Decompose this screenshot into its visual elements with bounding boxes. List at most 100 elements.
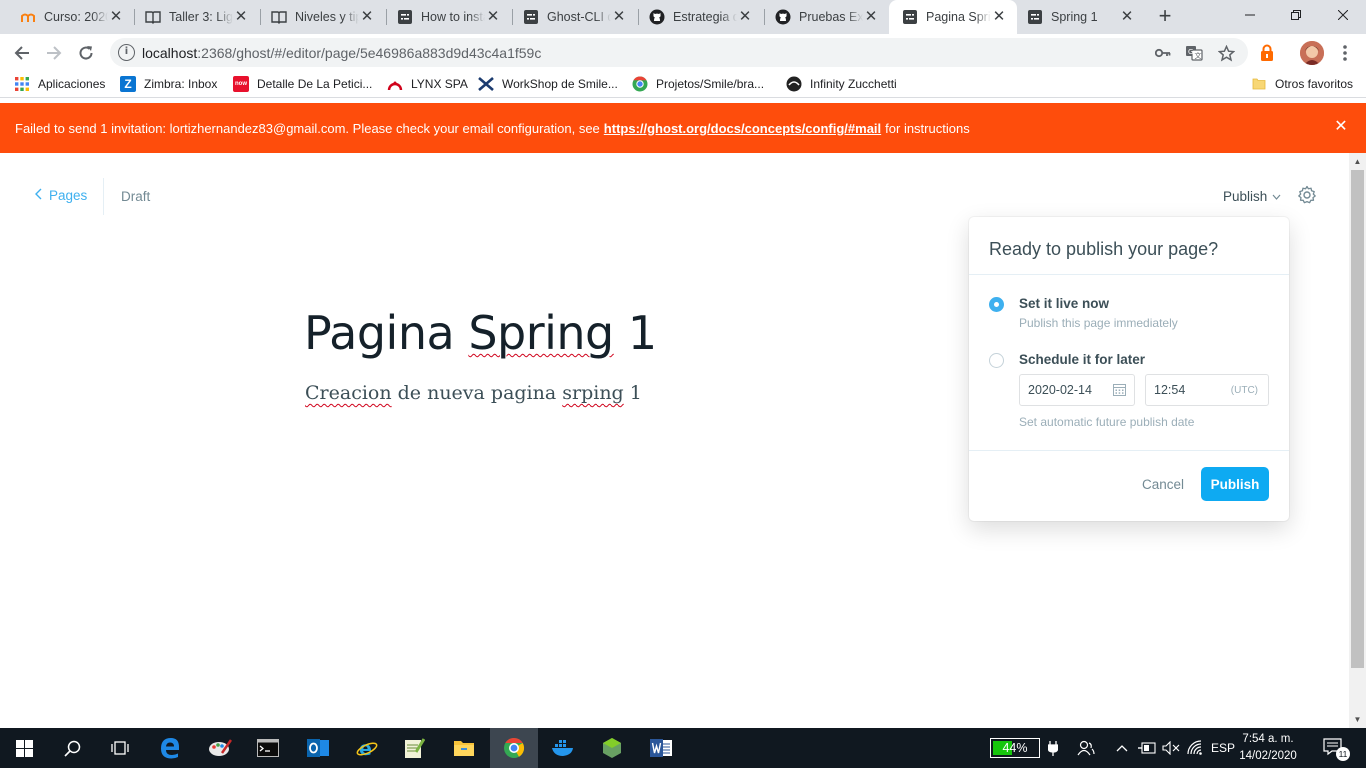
close-icon[interactable]: ✕ — [359, 9, 375, 25]
battery-tray-icon[interactable] — [1136, 728, 1158, 768]
maximize-button[interactable] — [1273, 0, 1319, 30]
browser-tab[interactable]: Ghost-CLI de ✕ — [503, 0, 637, 34]
taskbar-word[interactable] — [637, 728, 685, 768]
taskbar-paint[interactable] — [196, 728, 244, 768]
wifi-icon[interactable] — [1184, 728, 1206, 768]
close-icon[interactable]: ✕ — [991, 9, 1007, 25]
back-to-pages-link[interactable]: Pages — [35, 188, 87, 203]
bookmark-lynx[interactable]: LYNX SPA — [387, 75, 468, 93]
search-button[interactable] — [48, 728, 96, 768]
option-publish-now[interactable]: Set it live now Publish this page immedi… — [989, 296, 1178, 330]
notification-center[interactable]: 11 — [1318, 728, 1352, 768]
bookmark-infinity[interactable]: Infinity Zucchetti — [786, 75, 897, 93]
close-icon[interactable]: ✕ — [1334, 119, 1348, 135]
scroll-thumb[interactable] — [1351, 170, 1364, 668]
close-icon[interactable]: ✕ — [611, 9, 627, 25]
close-icon[interactable]: ✕ — [108, 9, 124, 25]
chevron-up-icon[interactable] — [1112, 728, 1132, 768]
taskbar-node[interactable] — [588, 728, 636, 768]
body-word-misspelled: srping — [562, 382, 624, 404]
taskbar-outlook[interactable] — [294, 728, 342, 768]
page-body-text[interactable]: Creacion de nueva pagina srping 1 — [305, 382, 642, 404]
taskbar-ie[interactable]: e — [343, 728, 391, 768]
close-icon[interactable]: ✕ — [863, 9, 879, 25]
menu-kebab-icon[interactable] — [1334, 43, 1356, 63]
settings-gear-icon[interactable] — [1297, 185, 1317, 205]
cancel-button[interactable]: Cancel — [1142, 477, 1184, 492]
bookmark-star-icon[interactable] — [1217, 44, 1235, 62]
browser-tab[interactable]: Niveles y tipos ✕ — [251, 0, 385, 34]
radio-unchecked[interactable] — [989, 353, 1004, 368]
publish-menu-trigger[interactable]: Publish — [1223, 189, 1281, 204]
bookmark-servicenow[interactable]: now Detalle De La Petici... — [233, 75, 372, 93]
power-plug-icon[interactable] — [1042, 728, 1064, 768]
system-clock[interactable]: 7:54 a. m. 14/02/2020 — [1238, 731, 1298, 765]
input-language[interactable]: ESP — [1208, 728, 1238, 768]
browser-tab[interactable]: Estrategia de ✕ — [629, 0, 763, 34]
page-title[interactable]: Pagina Spring 1 — [304, 306, 657, 360]
bookmark-label: Detalle De La Petici... — [257, 77, 373, 91]
taskbar-chrome[interactable] — [490, 728, 538, 768]
bookmark-other[interactable]: Otros favoritos — [1251, 75, 1353, 93]
profile-avatar[interactable] — [1300, 41, 1324, 65]
close-icon[interactable]: ✕ — [737, 9, 753, 25]
translate-icon[interactable]: G文 — [1185, 44, 1203, 62]
alert-message: Failed to send 1 invitation: lortizherna… — [15, 120, 600, 136]
close-icon[interactable]: ✕ — [233, 9, 249, 25]
browser-tab[interactable]: Spring 1 ✕ — [1017, 0, 1145, 34]
address-bar[interactable]: i localhost:2368/ghost/#/editor/page/5e4… — [110, 38, 1248, 67]
bookmark-projetos[interactable]: Projetos/Smile/bra... — [632, 75, 764, 93]
url-host: localhost — [142, 45, 198, 61]
browser-toolbar: i localhost:2368/ghost/#/editor/page/5e4… — [0, 34, 1366, 71]
taskbar-notepadpp[interactable] — [390, 728, 438, 768]
bookmark-zimbra[interactable]: Z Zimbra: Inbox — [120, 75, 217, 93]
close-window-button[interactable] — [1320, 0, 1366, 30]
radio-checked[interactable] — [989, 297, 1004, 312]
browser-tab-active[interactable]: Pagina Spring ✕ — [889, 0, 1017, 34]
tab-title: Curso: 2020- — [44, 10, 108, 24]
taskbar-docker[interactable] — [539, 728, 587, 768]
option-schedule-later[interactable]: Schedule it for later — [989, 352, 1145, 368]
url-text[interactable]: localhost:2368/ghost/#/editor/page/5e469… — [142, 45, 541, 61]
task-view-button[interactable] — [96, 728, 144, 768]
extension-icon[interactable] — [1256, 43, 1278, 63]
volume-muted-icon[interactable] — [1160, 728, 1182, 768]
minimize-icon — [1245, 14, 1255, 16]
taskbar-file-explorer[interactable] — [440, 728, 488, 768]
people-icon[interactable] — [1075, 728, 1097, 768]
key-icon[interactable] — [1154, 44, 1172, 62]
close-icon[interactable]: ✕ — [485, 9, 501, 25]
bookmark-workshop[interactable]: WorkShop de Smile... — [478, 75, 618, 93]
schedule-time-input[interactable]: 12:54 (UTC) — [1145, 374, 1269, 406]
popover-heading: Ready to publish your page? — [969, 217, 1289, 275]
forward-button[interactable] — [40, 39, 68, 67]
nodejs-hexagon-icon — [603, 738, 621, 758]
taskbar-edge[interactable] — [146, 728, 194, 768]
scroll-down-arrow-icon[interactable]: ▼ — [1349, 711, 1366, 728]
back-button[interactable] — [8, 39, 36, 67]
info-icon[interactable]: i — [118, 44, 135, 61]
scroll-up-arrow-icon[interactable]: ▲ — [1349, 153, 1366, 170]
publish-button[interactable]: Publish — [1201, 467, 1269, 501]
alert-config-link[interactable]: https://ghost.org/docs/concepts/config/#… — [604, 121, 881, 136]
new-tab-button[interactable]: + — [1153, 5, 1177, 29]
calendar-icon[interactable] — [1113, 383, 1126, 396]
schedule-date-input[interactable]: 2020-02-14 — [1019, 374, 1135, 406]
close-icon[interactable]: ✕ — [1119, 9, 1135, 25]
browser-tab[interactable]: How to install ✕ — [377, 0, 511, 34]
minimize-button[interactable] — [1227, 0, 1273, 30]
outlook-icon — [307, 739, 329, 757]
start-button[interactable] — [0, 728, 48, 768]
bookmark-label: LYNX SPA — [411, 77, 468, 91]
bookmark-apps[interactable]: Aplicaciones — [14, 75, 105, 93]
battery-indicator[interactable]: 44% — [990, 738, 1040, 758]
option-label: Schedule it for later — [1019, 352, 1146, 367]
reload-button[interactable] — [72, 39, 100, 67]
taskbar-terminal[interactable] — [244, 728, 292, 768]
browser-tab[interactable]: Curso: 2020- ✕ — [0, 0, 134, 34]
word-icon — [650, 739, 672, 757]
browser-tab[interactable]: Taller 3: Ligh ✕ — [125, 0, 259, 34]
page-scrollbar[interactable]: ▲ ▼ — [1349, 153, 1366, 728]
browser-tab[interactable]: Pruebas Exp ✕ — [755, 0, 889, 34]
alert-suffix: for instructions — [885, 120, 970, 136]
